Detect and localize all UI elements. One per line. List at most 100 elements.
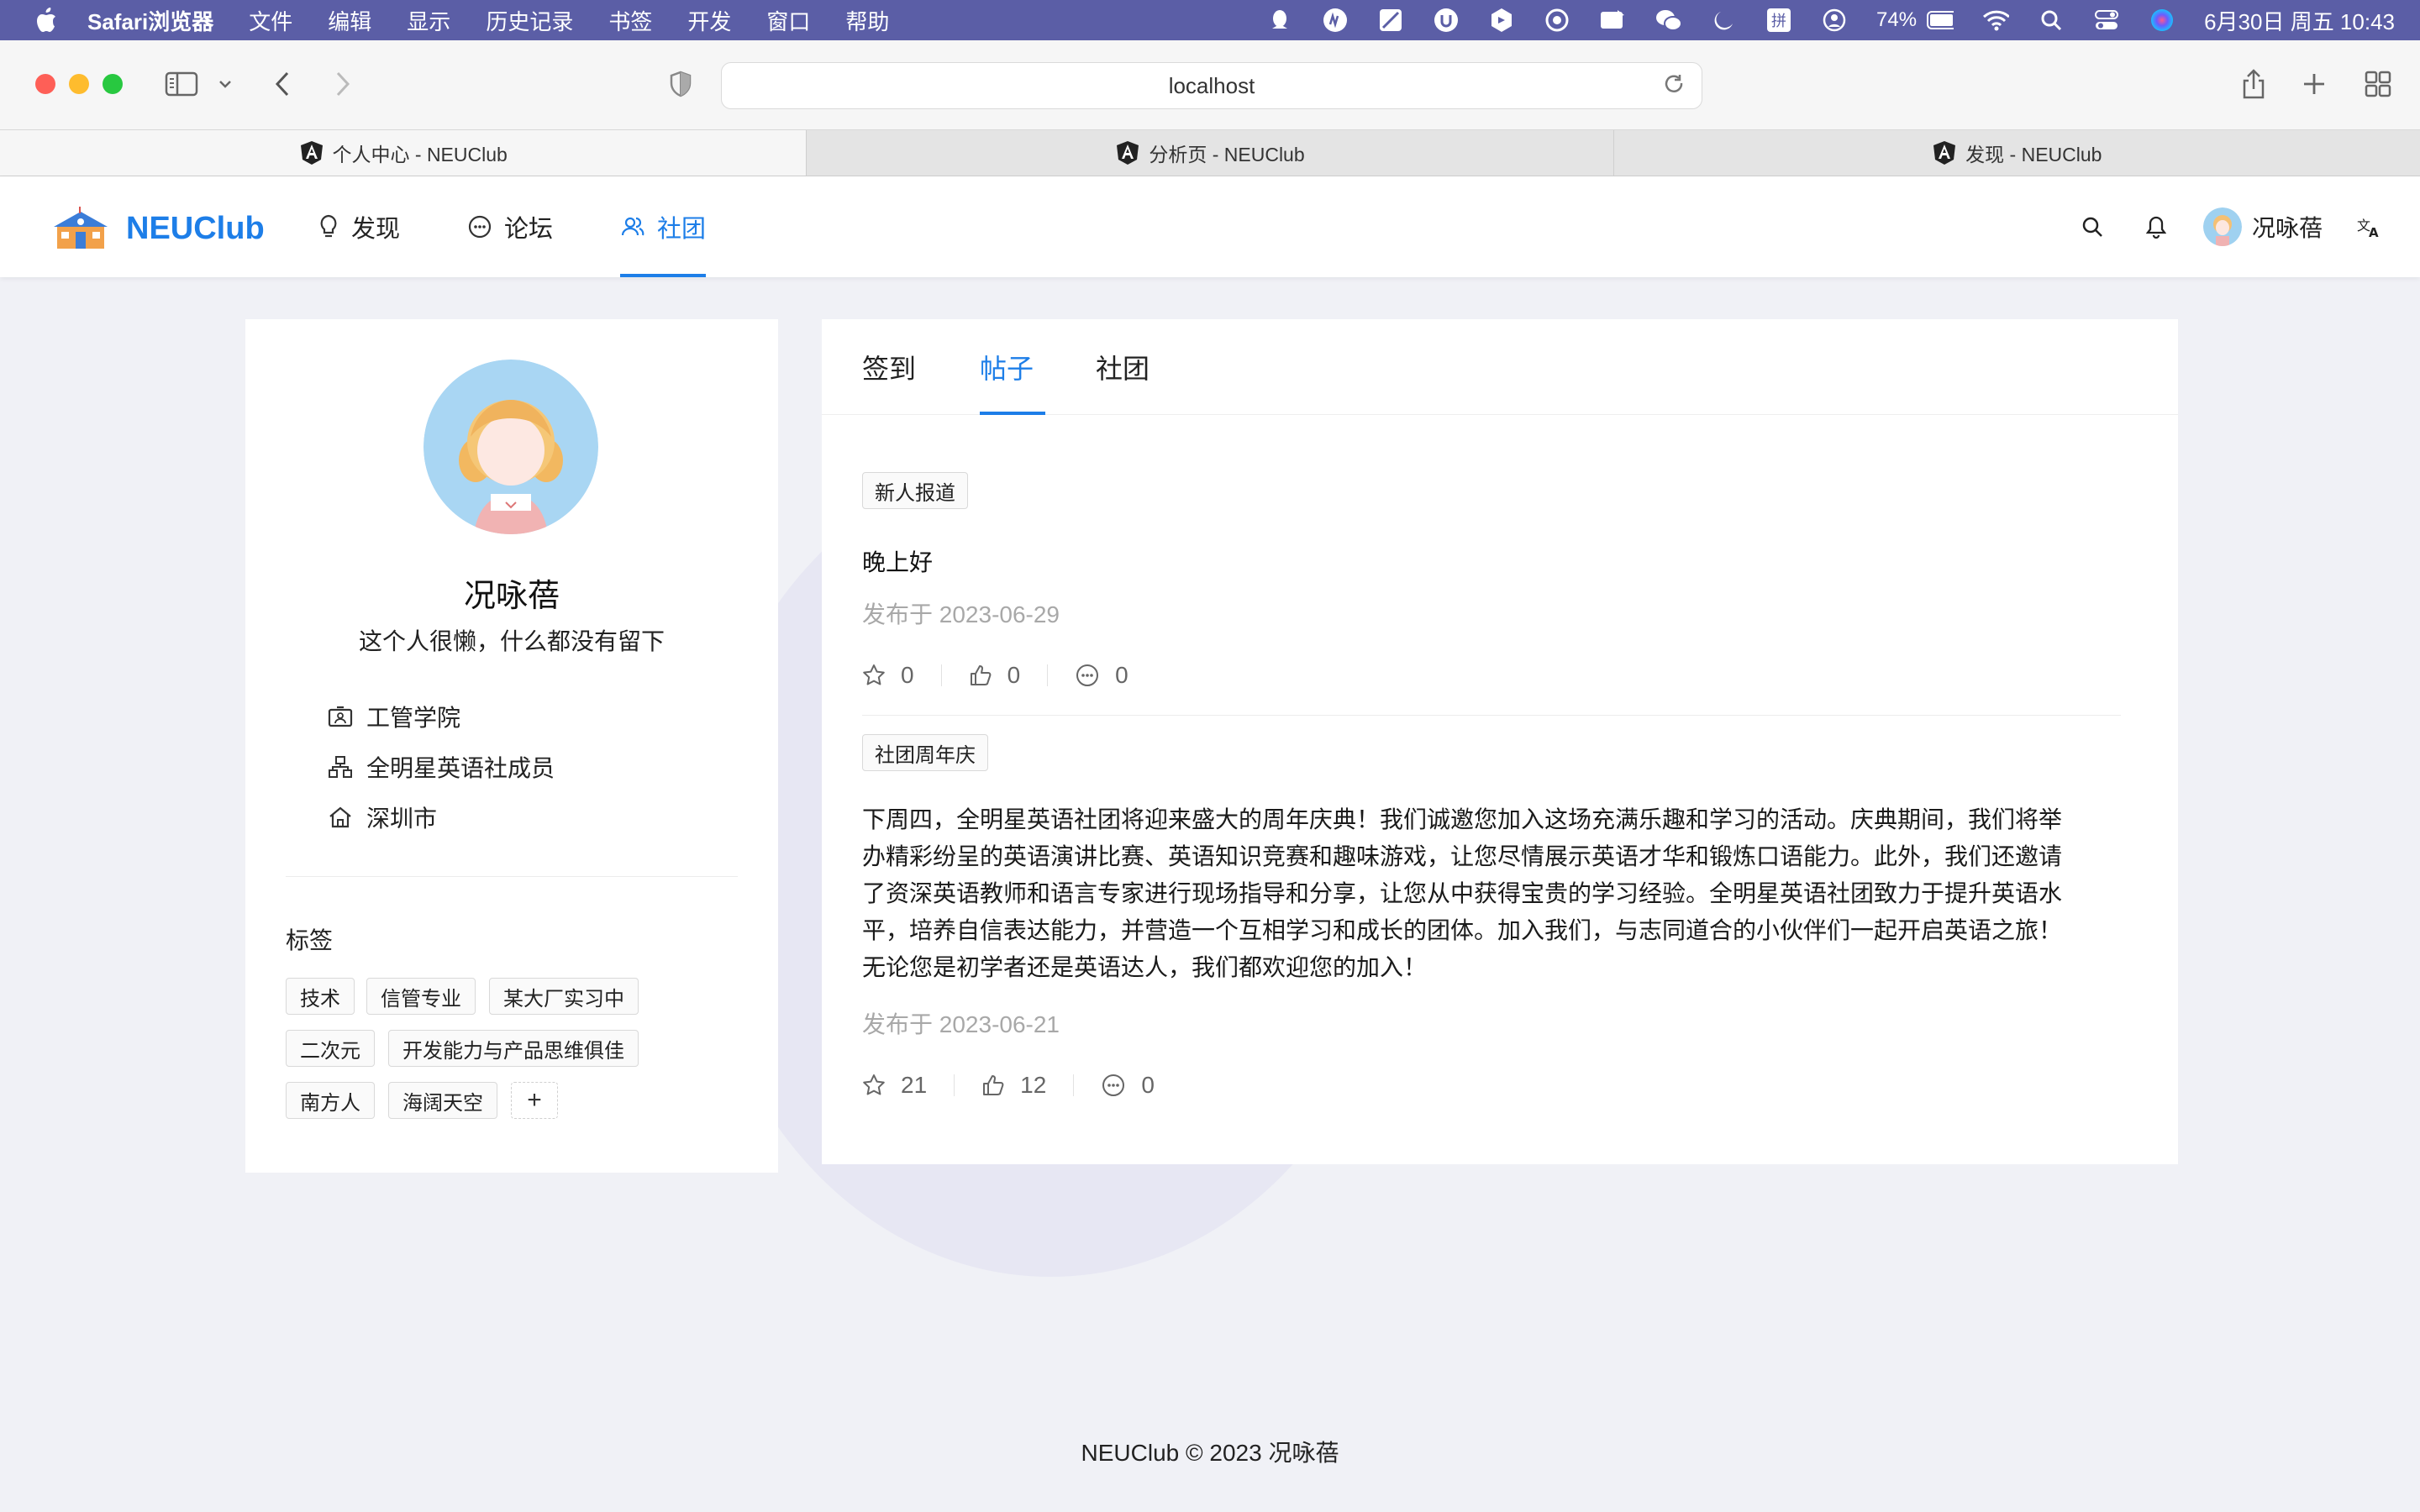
profile-city-row: 深圳市 <box>328 801 437 834</box>
profile-tag[interactable]: 技术 <box>286 978 355 1015</box>
divider <box>1073 1074 1075 1096</box>
reload-icon[interactable] <box>1663 73 1686 104</box>
forward-button[interactable] <box>328 66 358 102</box>
profile-tag[interactable]: 某大厂实习中 <box>489 978 639 1015</box>
sync-app-icon[interactable] <box>1544 7 1570 34</box>
app-header: NEUClub 发现 论坛 社团 况咏蓓 文A <box>0 176 2420 277</box>
profile-tag[interactable]: 信管专业 <box>366 978 476 1015</box>
post-category-tag[interactable]: 社团周年庆 <box>862 734 988 771</box>
menu-help[interactable]: 帮助 <box>845 5 889 36</box>
profile-tag[interactable]: 开发能力与产品思维俱佳 <box>388 1030 639 1067</box>
tab-checkin[interactable]: 签到 <box>862 319 916 415</box>
post-text[interactable]: 晚上好 <box>862 544 933 578</box>
star-action[interactable]: 21 <box>862 1072 927 1099</box>
minimize-window-button[interactable] <box>69 74 89 94</box>
translate-icon[interactable]: 文A <box>2353 210 2386 244</box>
like-action[interactable]: 0 <box>969 662 1021 689</box>
brand-logo-link[interactable]: NEUClub <box>52 207 265 250</box>
post-category-tag[interactable]: 新人报道 <box>862 472 968 509</box>
address-bar[interactable]: localhost <box>721 62 1702 109</box>
like-action[interactable]: 12 <box>981 1072 1046 1099</box>
sidebar-toggle-icon[interactable] <box>163 66 200 102</box>
comment-action[interactable]: 0 <box>1101 1072 1155 1099</box>
nav-label: 论坛 <box>504 216 554 243</box>
profile-club-row: 全明星英语社成员 <box>328 750 555 784</box>
comment-action[interactable]: 0 <box>1075 662 1128 689</box>
share-icon[interactable] <box>2238 66 2269 102</box>
control-center-icon[interactable] <box>2093 7 2120 34</box>
angular-icon <box>300 141 323 165</box>
wifi-icon[interactable] <box>1982 7 2010 34</box>
menu-window[interactable]: 窗口 <box>766 5 810 36</box>
apple-icon[interactable] <box>34 8 59 33</box>
profile-tag[interactable]: 二次元 <box>286 1030 375 1067</box>
screenshot-tool-icon[interactable] <box>1377 7 1404 34</box>
url-text: localhost <box>1168 72 1255 98</box>
zoom-window-button[interactable] <box>103 74 123 94</box>
istat-icon[interactable] <box>1322 7 1349 34</box>
comment-count: 0 <box>1115 662 1128 688</box>
datetime[interactable]: 6月30日 周五 10:43 <box>2204 7 2395 34</box>
user-account-icon[interactable] <box>1821 7 1848 34</box>
user-name: 况咏蓓 <box>2251 215 2323 241</box>
bell-icon[interactable] <box>2139 210 2173 244</box>
profile-avatar[interactable] <box>424 360 598 534</box>
add-tag-button[interactable]: + <box>511 1082 558 1119</box>
profile-bio: 这个人很懒，什么都没有留下 <box>358 628 665 654</box>
divider <box>1047 664 1049 686</box>
tags-title: 标签 <box>286 927 334 953</box>
nav-discover[interactable]: 发现 <box>284 176 434 277</box>
menu-file[interactable]: 文件 <box>249 5 292 36</box>
team-icon <box>621 217 644 236</box>
menu-develop[interactable]: 开发 <box>687 5 731 36</box>
chevron-down-icon[interactable] <box>215 66 235 102</box>
battery-icon[interactable] <box>1927 7 1954 34</box>
angular-icon <box>1933 141 1956 165</box>
org-chart-icon <box>329 756 352 778</box>
window-controls <box>35 74 123 94</box>
star-count: 21 <box>901 1072 928 1098</box>
nav-clubs[interactable]: 社团 <box>587 176 739 277</box>
spotlight-search-icon[interactable] <box>2038 7 2065 34</box>
back-button[interactable] <box>267 66 297 102</box>
privacy-shield-icon[interactable] <box>666 66 696 102</box>
profile-tag[interactable]: 南方人 <box>286 1082 375 1119</box>
qq-icon[interactable] <box>1266 7 1293 34</box>
nav-forum[interactable]: 论坛 <box>434 176 587 277</box>
menu-bookmarks[interactable]: 书签 <box>608 5 652 36</box>
input-method-icon[interactable]: 拼 <box>1765 7 1792 34</box>
tab-clubs[interactable]: 社团 <box>1096 319 1150 415</box>
wechat-icon[interactable] <box>1655 7 1682 34</box>
search-icon[interactable] <box>2075 210 2109 244</box>
menu-view[interactable]: 显示 <box>407 5 450 36</box>
star-icon <box>863 1074 885 1095</box>
browser-tab-discover[interactable]: 发现 - NEUClub <box>1612 130 2420 176</box>
siri-icon[interactable] <box>2149 7 2175 34</box>
mac-menubar: Safari浏览器 文件 编辑 显示 历史记录 书签 开发 窗口 帮助 拼 74… <box>0 0 2420 40</box>
menu-app-name[interactable]: Safari浏览器 <box>87 5 213 36</box>
cube-app-icon[interactable] <box>1488 7 1515 34</box>
star-action[interactable]: 0 <box>862 662 914 689</box>
browser-tab-analysis[interactable]: 分析页 - NEUClub <box>806 130 1613 176</box>
menu-edit[interactable]: 编辑 <box>328 5 371 36</box>
post-date: 发布于 2023-06-29 <box>862 601 1060 627</box>
shield-app-icon[interactable] <box>1433 7 1460 34</box>
new-tab-icon[interactable] <box>2299 66 2329 102</box>
close-window-button[interactable] <box>35 74 55 94</box>
post-actions: 21 12 0 <box>862 1068 1155 1102</box>
home-icon <box>329 806 351 828</box>
tab-posts[interactable]: 帖子 <box>980 319 1034 415</box>
like-count: 0 <box>1007 662 1021 688</box>
notification-app-icon[interactable] <box>1599 7 1626 34</box>
nav-label: 社团 <box>657 216 707 243</box>
user-menu[interactable]: 况咏蓓 <box>2202 207 2323 246</box>
profile-tag[interactable]: 海阔天空 <box>388 1082 497 1119</box>
post-actions: 0 0 0 <box>862 659 1128 692</box>
tab-overview-icon[interactable] <box>2361 66 2395 102</box>
browser-tab-profile[interactable]: 个人中心 - NEUClub <box>0 130 807 176</box>
thumbs-up-icon <box>983 1075 1004 1095</box>
post-text[interactable]: 下周四，全明星英语社团将迎来盛大的周年庆典！我们诚邀您加入这场充满乐趣和学习的活… <box>862 801 2072 986</box>
menu-history[interactable]: 历史记录 <box>486 5 573 36</box>
moon-icon[interactable] <box>1710 7 1737 34</box>
thumbs-up-icon <box>970 665 991 685</box>
